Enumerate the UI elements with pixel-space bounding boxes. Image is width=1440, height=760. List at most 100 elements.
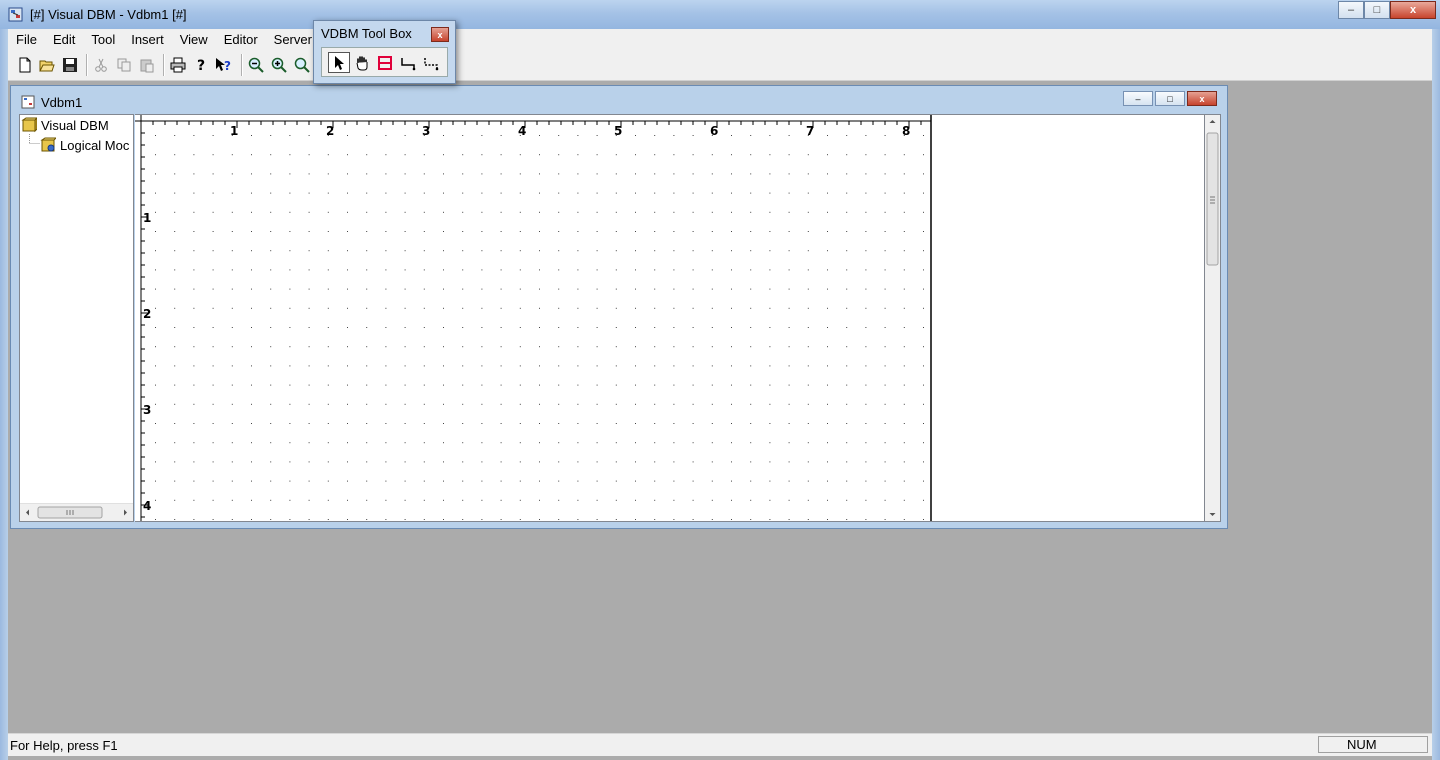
grid-dot bbox=[539, 480, 540, 482]
document-window[interactable]: Vdbm1 – □ x Visual DBM Logical Moc 1 2 3… bbox=[10, 85, 1228, 529]
new-doc-button[interactable] bbox=[14, 54, 36, 76]
grid-dot bbox=[827, 365, 828, 367]
open-button[interactable] bbox=[36, 54, 58, 76]
grid-dot bbox=[596, 288, 598, 290]
grid-dot bbox=[750, 173, 752, 175]
grid-dot bbox=[577, 499, 579, 501]
grid-dot bbox=[827, 135, 828, 136]
tree-horizontal-scrollbar[interactable] bbox=[20, 503, 133, 521]
grid-dot bbox=[788, 269, 790, 271]
zoom-fit-button[interactable] bbox=[291, 54, 313, 76]
grid-dot bbox=[539, 346, 540, 348]
grid-dot bbox=[846, 442, 848, 444]
grid-dot bbox=[481, 211, 483, 213]
entity-tool[interactable] bbox=[374, 52, 396, 73]
grid-dot bbox=[366, 192, 368, 194]
grid-dot bbox=[366, 346, 368, 348]
grid-dot bbox=[289, 135, 291, 136]
grid-dot bbox=[635, 231, 636, 232]
paste-button[interactable] bbox=[136, 54, 158, 76]
grid-dot bbox=[251, 403, 252, 405]
grid-dot bbox=[923, 307, 924, 309]
grid-dot bbox=[750, 135, 752, 136]
grid-dot bbox=[500, 288, 502, 290]
close-button[interactable]: x bbox=[1390, 1, 1436, 19]
grid-dot bbox=[212, 231, 214, 232]
grid-dot bbox=[731, 346, 732, 348]
grid-dot bbox=[462, 192, 464, 194]
pointer-icon bbox=[335, 55, 344, 70]
grid-dot bbox=[692, 480, 694, 482]
zoom-in-button[interactable] bbox=[268, 54, 290, 76]
app-titlebar[interactable]: [#] Visual DBM - Vdbm1 [#] – □ x bbox=[0, 0, 1440, 29]
grid-dot bbox=[500, 211, 502, 213]
diagram-canvas[interactable]: 1 2 3 4 5 6 7 8 1 2 3 4 bbox=[135, 114, 1205, 522]
grid-dot bbox=[596, 519, 598, 520]
grid-dot bbox=[692, 288, 694, 290]
tree-item-root[interactable]: Visual DBM bbox=[21, 117, 109, 133]
grid-dot bbox=[500, 307, 502, 309]
document-restore-button[interactable]: □ bbox=[1155, 91, 1185, 106]
grid-dot bbox=[404, 173, 406, 175]
copy-button[interactable] bbox=[113, 54, 135, 76]
grid-dot bbox=[347, 346, 348, 348]
menu-server[interactable]: Server bbox=[266, 32, 320, 47]
grid-dot bbox=[174, 461, 176, 463]
grid-dot bbox=[462, 327, 464, 328]
grid-dot bbox=[385, 365, 387, 367]
cut-button[interactable] bbox=[90, 54, 112, 76]
print-button[interactable] bbox=[167, 54, 189, 76]
grid-dot bbox=[750, 231, 752, 232]
help-button[interactable]: ? bbox=[190, 54, 212, 76]
grid-dot bbox=[231, 346, 233, 348]
minimize-button[interactable]: – bbox=[1338, 1, 1364, 19]
grid-dot bbox=[423, 250, 425, 252]
save-button[interactable] bbox=[59, 54, 81, 76]
grid-dot bbox=[577, 173, 579, 175]
grid-dot bbox=[443, 269, 444, 271]
menu-insert[interactable]: Insert bbox=[123, 32, 172, 47]
tree-item-logical-model[interactable]: Logical Moc bbox=[40, 137, 129, 153]
zoom-out-button[interactable] bbox=[245, 54, 267, 76]
top-ruler-label: 7 bbox=[806, 124, 814, 138]
menu-view[interactable]: View bbox=[172, 32, 216, 47]
context-help-button[interactable]: ? bbox=[213, 54, 235, 76]
grid-dot bbox=[654, 442, 656, 444]
menu-tool[interactable]: Tool bbox=[83, 32, 123, 47]
grid-dot bbox=[443, 442, 444, 444]
grid-dot bbox=[481, 346, 483, 348]
dashed-relation-tool[interactable] bbox=[420, 52, 442, 73]
grid-dot bbox=[884, 346, 886, 348]
grid-dot bbox=[731, 519, 732, 520]
document-titlebar[interactable]: Vdbm1 bbox=[21, 92, 82, 112]
grid-dot bbox=[615, 461, 617, 463]
grid-dot bbox=[481, 327, 483, 328]
grid-dot bbox=[193, 442, 195, 444]
grid-dot bbox=[404, 519, 406, 520]
canvas-vertical-scrollbar[interactable] bbox=[1205, 114, 1221, 522]
grid-dot bbox=[308, 327, 310, 328]
menu-editor[interactable]: Editor bbox=[216, 32, 266, 47]
grid-dot bbox=[174, 442, 176, 444]
grid-dot bbox=[692, 499, 694, 501]
grid-dot bbox=[884, 269, 886, 271]
toolbox-window[interactable]: VDBM Tool Box x bbox=[313, 20, 456, 84]
left-ruler-label: 1 bbox=[143, 211, 151, 225]
grid-dot bbox=[769, 519, 771, 520]
grid-dot bbox=[174, 519, 176, 520]
grid-dot bbox=[251, 173, 252, 175]
menu-edit[interactable]: Edit bbox=[45, 32, 83, 47]
document-minimize-button[interactable]: – bbox=[1123, 91, 1153, 106]
grid-dot bbox=[846, 403, 848, 405]
hand-tool[interactable] bbox=[351, 52, 373, 73]
grid-dot bbox=[385, 327, 387, 328]
relation-tool[interactable] bbox=[397, 52, 419, 73]
model-tree[interactable]: Visual DBM Logical Moc bbox=[19, 114, 134, 522]
pointer-tool[interactable] bbox=[328, 52, 350, 73]
document-close-button[interactable]: x bbox=[1187, 91, 1217, 106]
toolbox-close-button[interactable]: x bbox=[431, 27, 449, 42]
maximize-button[interactable]: □ bbox=[1364, 1, 1390, 19]
entity-icon bbox=[378, 55, 392, 70]
grid-dot bbox=[327, 231, 329, 232]
menu-file[interactable]: File bbox=[8, 32, 45, 47]
